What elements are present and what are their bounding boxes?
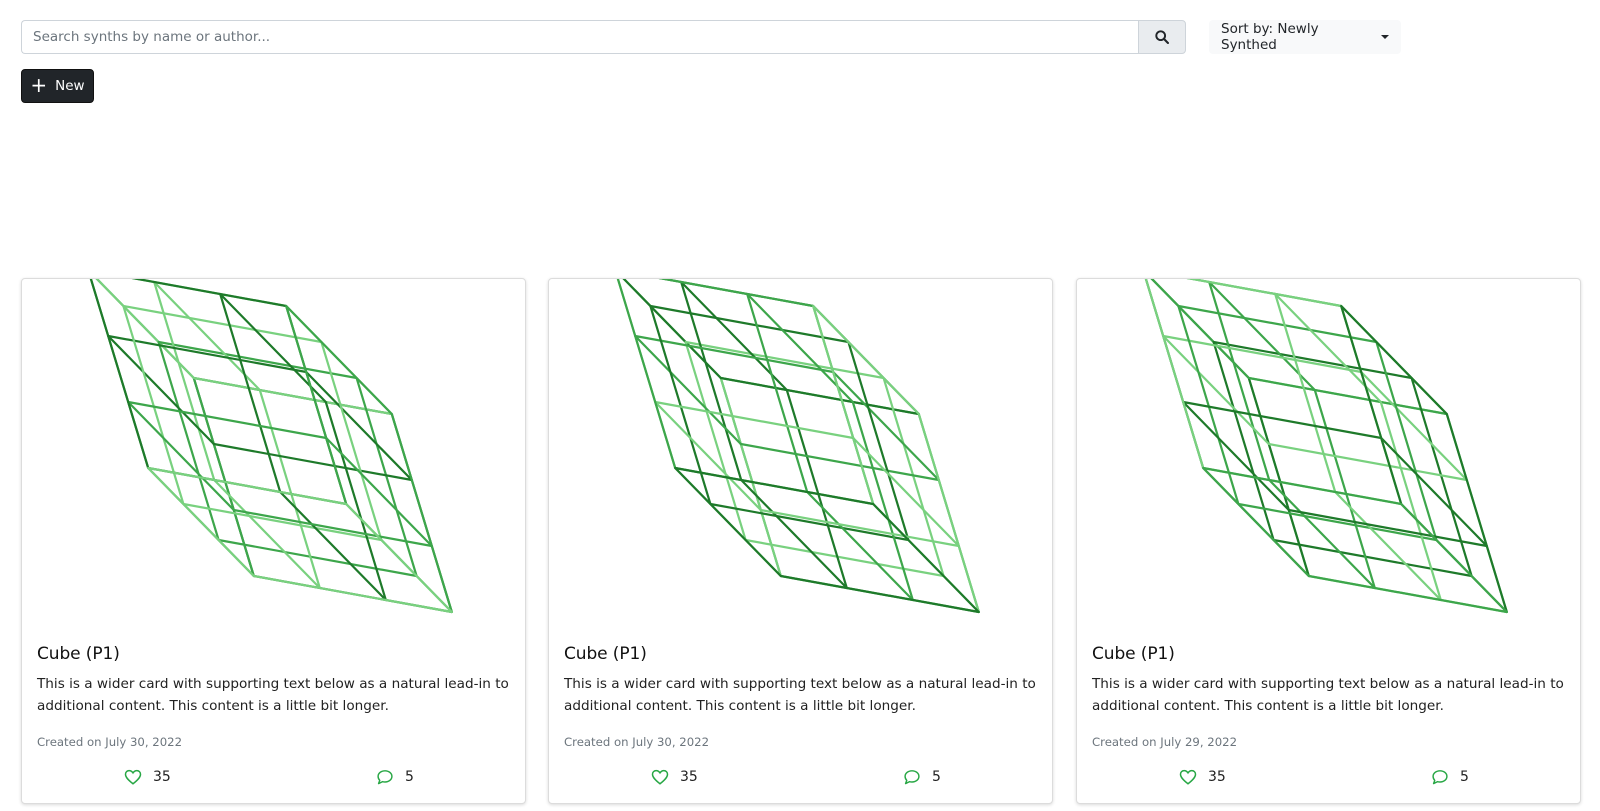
sort-dropdown[interactable]: Sort by: Newly Synthed [1209, 20, 1401, 54]
wire-frame [1177, 304, 1438, 542]
wire-frame [192, 376, 453, 614]
search-icon [1155, 30, 1169, 44]
comment-button[interactable]: 5 [376, 769, 414, 785]
comment-button[interactable]: 5 [1431, 769, 1469, 785]
like-count: 35 [153, 769, 171, 785]
like-count: 35 [1208, 769, 1226, 785]
card-title[interactable]: Cube (P1) [564, 644, 647, 664]
wire-frame [95, 279, 393, 416]
wire-frame [622, 279, 920, 416]
comment-icon [1432, 770, 1448, 785]
wire-frame [1150, 279, 1448, 416]
wire-frame [89, 279, 348, 506]
comment-count: 5 [932, 769, 941, 785]
like-count: 35 [680, 769, 698, 785]
wire-frame [1212, 340, 1473, 578]
comment-icon [904, 770, 920, 785]
comment-button[interactable]: 5 [903, 769, 941, 785]
synth-card[interactable]: Cube (P1) This is a wider card with supp… [548, 278, 1053, 804]
plus-icon: + [30, 73, 48, 97]
card-description: This is a wider card with supporting tex… [564, 676, 1036, 714]
wireframe-cube-preview [616, 279, 980, 614]
wireframe-cube-preview [1144, 279, 1508, 614]
card-created-date: Created on July 30, 2022 [37, 735, 183, 749]
card-description: This is a wider card with supporting tex… [1092, 676, 1564, 714]
chevron-down-icon [1381, 35, 1389, 39]
wire-frame [219, 292, 387, 602]
wire-frame [153, 280, 321, 590]
synth-card-grid: Cube (P1) This is a wider card with supp… [21, 278, 1581, 804]
wire-frame [649, 304, 910, 542]
card-title[interactable]: Cube (P1) [37, 644, 120, 664]
like-button[interactable]: 35 [651, 769, 698, 785]
comment-icon [377, 770, 393, 785]
heart-icon [1179, 769, 1197, 785]
card-created-date: Created on July 29, 2022 [1092, 735, 1238, 749]
like-button[interactable]: 35 [1179, 769, 1226, 785]
wire-frame [746, 292, 914, 602]
card-description: This is a wider card with supporting tex… [37, 676, 509, 714]
wire-frame [1208, 280, 1376, 590]
wireframe-cube-preview [89, 279, 453, 614]
heart-icon [124, 769, 142, 785]
search-group [21, 20, 1186, 54]
wire-frame [812, 304, 980, 614]
wire-frame [616, 279, 875, 506]
toolbar: Sort by: Newly Synthed [21, 20, 1401, 54]
search-button[interactable] [1138, 20, 1186, 54]
wire-frame [1247, 376, 1508, 614]
card-title[interactable]: Cube (P1) [1092, 644, 1175, 664]
wire-frame [122, 304, 383, 542]
wire-frame [285, 304, 453, 614]
new-synth-button[interactable]: + New [21, 69, 94, 103]
sort-label: Sort by: Newly Synthed [1221, 21, 1319, 53]
wire-frame [157, 340, 418, 578]
search-input[interactable] [21, 20, 1138, 54]
wire-frame [1274, 292, 1442, 602]
wire-frame [719, 376, 980, 614]
heart-icon [651, 769, 669, 785]
card-created-date: Created on July 30, 2022 [564, 735, 710, 749]
comment-count: 5 [1460, 769, 1469, 785]
synth-card[interactable]: Cube (P1) This is a wider card with supp… [1076, 278, 1581, 804]
synth-card[interactable]: Cube (P1) This is a wider card with supp… [21, 278, 526, 804]
like-button[interactable]: 35 [124, 769, 171, 785]
new-button-label: New [55, 78, 85, 94]
wire-frame [684, 340, 945, 578]
wire-frame [680, 280, 848, 590]
wire-frame [1144, 279, 1403, 506]
wire-frame [1340, 304, 1508, 614]
comment-count: 5 [405, 769, 414, 785]
